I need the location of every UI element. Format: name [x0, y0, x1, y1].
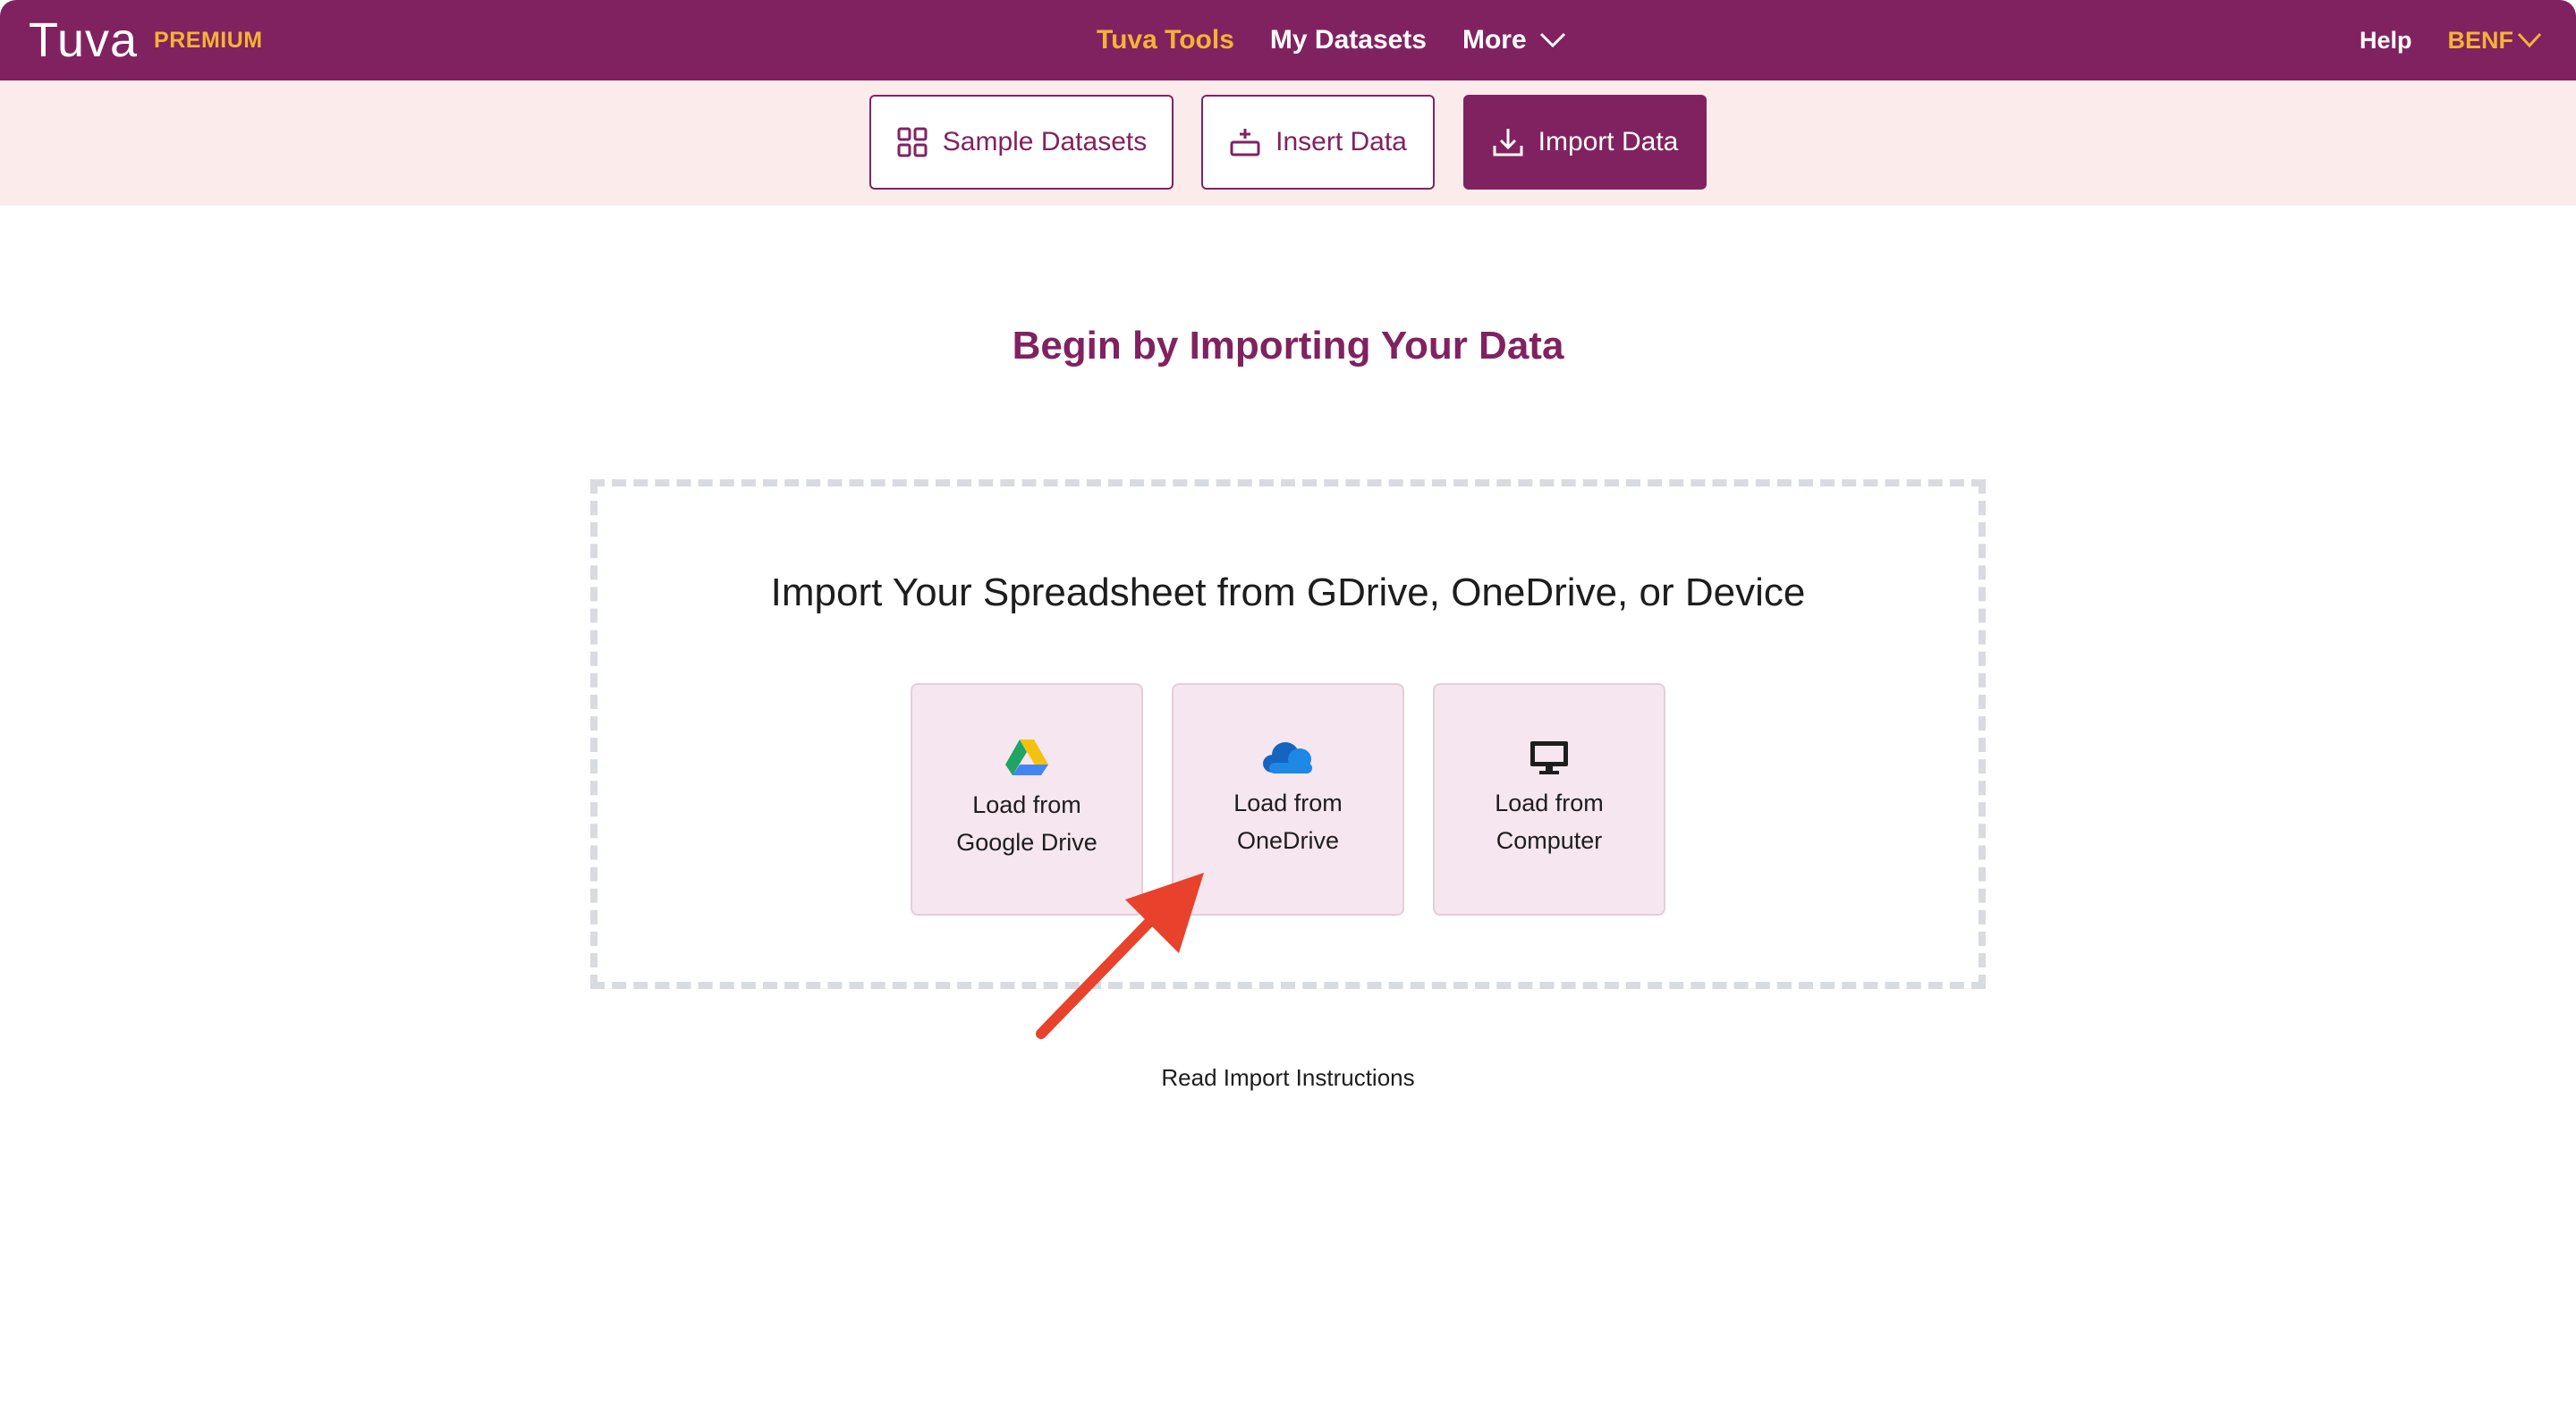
import-data-button[interactable]: Import Data: [1463, 95, 1707, 190]
top-navbar: Tuva PREMIUM Tuva Tools My Datasets More…: [0, 0, 2576, 80]
nav-more-label: More: [1462, 25, 1527, 55]
insert-icon: [1230, 129, 1260, 156]
load-computer-button[interactable]: Load from Computer: [1433, 683, 1665, 916]
onedrive-icon: [1263, 742, 1312, 773]
onedrive-line2: OneDrive: [1236, 827, 1340, 854]
nav-more-dropdown[interactable]: More: [1462, 25, 1566, 55]
monitor-icon: [1530, 741, 1568, 774]
annotation-arrow-icon: [1036, 873, 1204, 1039]
nav-tuva-tools-label: Tuva Tools: [1097, 25, 1234, 55]
user-menu[interactable]: BENF: [2448, 27, 2543, 55]
sample-datasets-label: Sample Datasets: [942, 127, 1148, 156]
premium-badge: PREMIUM: [154, 27, 263, 53]
computer-line1: Load from: [1495, 790, 1604, 816]
insert-data-label: Insert Data: [1275, 127, 1407, 156]
gdrive-line2: Google Drive: [956, 829, 1097, 856]
onedrive-line1: Load from: [1233, 790, 1343, 816]
nav-my-datasets[interactable]: My Datasets: [1270, 25, 1427, 55]
app-window: Tuva PREMIUM Tuva Tools My Datasets More…: [0, 0, 2576, 1420]
computer-line2: Computer: [1496, 827, 1603, 854]
main-nav: Tuva Tools My Datasets More: [1097, 0, 1602, 80]
sample-datasets-button[interactable]: Sample Datasets: [869, 95, 1174, 190]
page-title: Begin by Importing Your Data: [1012, 324, 1564, 368]
chevron-down-icon: [1539, 32, 1565, 48]
data-toolbar: Sample Datasets Insert Data Import Data: [0, 80, 2576, 206]
tuva-logo[interactable]: Tuva PREMIUM: [29, 13, 263, 68]
nav-tuva-tools[interactable]: Tuva Tools: [1097, 25, 1234, 55]
insert-data-button[interactable]: Insert Data: [1201, 95, 1435, 190]
nav-my-datasets-label: My Datasets: [1269, 25, 1427, 55]
gdrive-line1: Load from: [972, 791, 1081, 818]
download-icon: [1493, 129, 1523, 156]
import-instructions-link[interactable]: Read Import Instructions: [0, 1064, 2576, 1092]
nav-right: Help BENF: [2360, 0, 2542, 80]
import-dropzone[interactable]: Import Your Spreadsheet from GDrive, One…: [590, 479, 1986, 989]
help-link[interactable]: Help: [2360, 27, 2412, 55]
import-data-label: Import Data: [1538, 127, 1679, 156]
chevron-down-icon: [2517, 32, 2542, 48]
user-name: BENF: [2447, 26, 2514, 54]
google-drive-icon: [1005, 740, 1048, 775]
grid-icon: [897, 127, 928, 157]
logo-wordmark: Tuva: [29, 13, 139, 67]
dropzone-title: Import Your Spreadsheet from GDrive, One…: [770, 571, 1806, 614]
